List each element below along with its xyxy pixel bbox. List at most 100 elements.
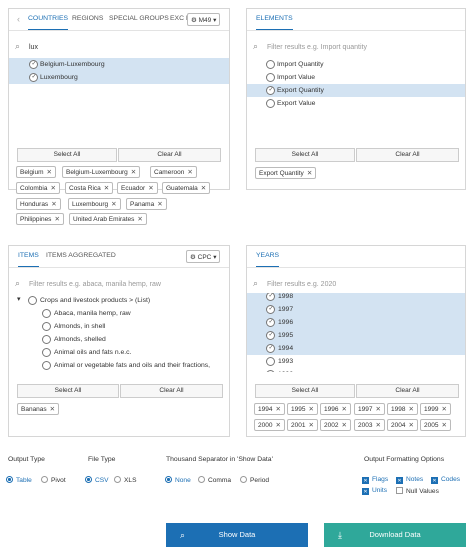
remove-icon[interactable]: ✕ xyxy=(341,422,346,429)
format-notes-checkbox[interactable]: Notes xyxy=(396,476,423,484)
output-type-table-radio[interactable]: Table xyxy=(6,476,32,484)
tab-exc[interactable]: EXC I xyxy=(170,15,188,30)
remove-icon[interactable]: ✕ xyxy=(408,422,413,429)
list-item[interactable]: 1996 xyxy=(247,316,465,329)
remove-icon[interactable]: ✕ xyxy=(50,185,55,192)
list-item-label: Export Value xyxy=(277,100,316,107)
format-null-values-checkbox[interactable]: Null Values xyxy=(396,487,439,495)
remove-icon[interactable]: ✕ xyxy=(50,406,55,413)
clear-all-button[interactable]: Clear All xyxy=(120,384,223,398)
list-item[interactable]: 1998 xyxy=(247,293,465,303)
remove-icon[interactable]: ✕ xyxy=(375,406,380,413)
remove-icon[interactable]: ✕ xyxy=(201,185,206,192)
m49-code-button[interactable]: ⚙ M49 ▾ xyxy=(187,13,221,26)
years-search[interactable]: ⌕ Filter results e.g. 2020 xyxy=(247,276,465,294)
remove-icon[interactable]: ✕ xyxy=(111,201,116,208)
tab-special-groups[interactable]: SPECIAL GROUPS xyxy=(109,15,169,30)
remove-icon[interactable]: ✕ xyxy=(46,169,51,176)
items-search-input[interactable]: Filter results e.g. abaca, manila hemp, … xyxy=(29,281,161,288)
gear-icon: ⚙ xyxy=(190,254,196,261)
list-item[interactable]: Luxembourg xyxy=(9,71,229,84)
download-data-button[interactable]: ⤓ Download Data xyxy=(324,523,466,547)
items-actions: Select All Clear All xyxy=(17,384,223,398)
remove-icon[interactable]: ✕ xyxy=(441,422,446,429)
tab-years[interactable]: YEARS xyxy=(256,252,280,267)
remove-icon[interactable]: ✕ xyxy=(375,422,380,429)
list-item[interactable]: Animal oils and fats n.e.c. xyxy=(9,346,229,359)
tree-group[interactable]: ▾ Crops and livestock products > (List) xyxy=(9,294,229,307)
remove-icon[interactable]: ✕ xyxy=(137,216,142,223)
check-circle-icon xyxy=(266,318,275,327)
countries-search[interactable]: ⌕ lux xyxy=(9,39,229,57)
output-type-pivot-radio[interactable]: Pivot xyxy=(41,476,66,484)
radio-circle-icon xyxy=(266,60,275,69)
remove-icon[interactable]: ✕ xyxy=(187,169,192,176)
select-all-button[interactable]: Select All xyxy=(255,148,355,162)
list-item[interactable]: Almonds, in shell xyxy=(9,320,229,333)
remove-icon[interactable]: ✕ xyxy=(54,216,59,223)
remove-icon[interactable]: ✕ xyxy=(148,185,153,192)
remove-icon[interactable]: ✕ xyxy=(441,406,446,413)
format-codes-checkbox[interactable]: Codes xyxy=(431,476,460,484)
remove-icon[interactable]: ✕ xyxy=(104,185,109,192)
tab-items-aggregated[interactable]: ITEMS AGGREGATED xyxy=(46,252,116,267)
items-search[interactable]: ⌕ Filter results e.g. abaca, manila hemp… xyxy=(9,276,229,294)
tab-items[interactable]: ITEMS xyxy=(18,252,39,267)
tabs-left-arrow-icon[interactable]: ‹ xyxy=(17,14,20,24)
clear-all-button[interactable]: Clear All xyxy=(356,148,459,162)
remove-icon[interactable]: ✕ xyxy=(341,406,346,413)
list-item[interactable]: 1997 xyxy=(247,303,465,316)
format-flags-checkbox[interactable]: Flags xyxy=(362,476,388,484)
elements-search-input[interactable]: Filter results e.g. Import quantity xyxy=(267,44,367,51)
list-item[interactable]: Export Value xyxy=(247,97,465,110)
cpc-code-button[interactable]: ⚙ CPC ▾ xyxy=(186,250,221,263)
output-type-label: Output Type xyxy=(8,456,45,463)
remove-icon[interactable]: ✕ xyxy=(307,170,312,177)
tab-countries[interactable]: COUNTRIES xyxy=(28,15,69,30)
list-item[interactable]: 1994 xyxy=(247,342,465,355)
select-all-button[interactable]: Select All xyxy=(17,384,119,398)
elements-search[interactable]: ⌕ Filter results e.g. Import quantity xyxy=(247,39,465,57)
list-item[interactable]: 1995 xyxy=(247,329,465,342)
chip: 1995 ✕ xyxy=(287,403,318,415)
remove-icon[interactable]: ✕ xyxy=(157,201,162,208)
tab-elements[interactable]: ELEMENTS xyxy=(256,15,293,30)
separator-comma-radio[interactable]: Comma xyxy=(198,476,231,484)
remove-icon[interactable]: ✕ xyxy=(308,406,313,413)
list-item[interactable]: Import Quantity xyxy=(247,58,465,71)
chip: Export Quantity ✕ xyxy=(255,167,317,179)
countries-search-input[interactable]: lux xyxy=(29,44,38,51)
remove-icon[interactable]: ✕ xyxy=(275,406,280,413)
radio-label: Comma xyxy=(208,477,232,484)
clear-all-button[interactable]: Clear All xyxy=(356,384,459,398)
list-item[interactable]: Import Value xyxy=(247,71,465,84)
tab-regions[interactable]: REGIONS xyxy=(72,15,103,30)
remove-icon[interactable]: ✕ xyxy=(275,422,280,429)
remove-icon[interactable]: ✕ xyxy=(51,201,56,208)
list-item[interactable]: Belgium-Luxembourg xyxy=(9,58,229,71)
chip: 2003 ✕ xyxy=(354,419,385,431)
select-all-button[interactable]: Select All xyxy=(255,384,355,398)
list-item[interactable]: Animal or vegetable fats and oils and th… xyxy=(9,359,229,372)
separator-none-radio[interactable]: None xyxy=(165,476,191,484)
chevron-down-icon[interactable]: ▾ xyxy=(17,295,21,303)
elements-tabs: ELEMENTS xyxy=(247,9,465,31)
list-item-label: Import Value xyxy=(277,74,316,81)
list-item[interactable]: Abaca, manila hemp, raw xyxy=(9,307,229,320)
select-all-button[interactable]: Select All xyxy=(17,148,117,162)
separator-period-radio[interactable]: Period xyxy=(240,476,269,484)
clear-all-button[interactable]: Clear All xyxy=(118,148,221,162)
remove-icon[interactable]: ✕ xyxy=(308,422,313,429)
list-item[interactable]: Almonds, shelled xyxy=(9,333,229,346)
format-units-checkbox[interactable]: Units xyxy=(362,487,387,495)
file-type-xls-radio[interactable]: XLS xyxy=(114,476,136,484)
show-data-button[interactable]: ⌕ Show Data xyxy=(166,523,308,547)
list-item[interactable]: 1992 xyxy=(247,368,465,372)
list-item[interactable]: 1993 xyxy=(247,355,465,368)
list-item[interactable]: Export Quantity xyxy=(247,84,465,97)
radio-circle-icon xyxy=(42,322,51,331)
file-type-csv-radio[interactable]: CSV xyxy=(85,476,109,484)
remove-icon[interactable]: ✕ xyxy=(131,169,136,176)
remove-icon[interactable]: ✕ xyxy=(408,406,413,413)
years-search-input[interactable]: Filter results e.g. 2020 xyxy=(267,281,336,288)
